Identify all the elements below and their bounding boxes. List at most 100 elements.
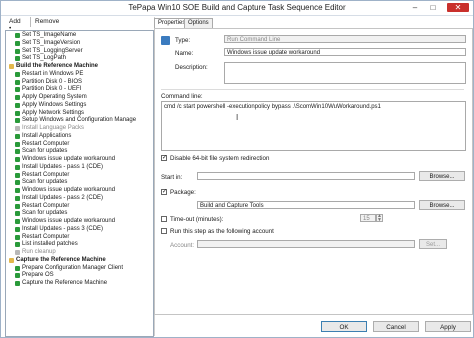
step-icon: [15, 149, 20, 155]
start-in-browse-button[interactable]: Browse...: [419, 171, 465, 181]
step-icon: [15, 180, 20, 186]
task-sequence-tree[interactable]: Set TS_ImageName Set TS_ImageVersion Set T…: [5, 30, 154, 337]
task-sequence-editor-window: TePapa Win10 SOE Build and Capture Task …: [0, 0, 474, 338]
tree-item-label: Set TS_LogPath: [22, 55, 66, 62]
step-icon: [15, 133, 20, 139]
step-icon: [15, 118, 20, 124]
timeout-label: Time-out (minutes):: [170, 216, 224, 223]
start-in-field[interactable]: [197, 172, 415, 180]
set-account-button[interactable]: Set...: [419, 239, 447, 249]
command-line-field[interactable]: cmd /c start powershell -executionpolicy…: [161, 101, 466, 151]
cancel-button[interactable]: Cancel: [373, 321, 419, 332]
package-checkbox[interactable]: ✓: [161, 189, 167, 195]
maximize-icon[interactable]: □: [427, 3, 439, 12]
minimize-icon[interactable]: –: [409, 3, 421, 12]
step-icon: [15, 265, 20, 271]
tree-item-label: Apply Operating System: [22, 94, 87, 100]
package-browse-button[interactable]: Browse...: [419, 200, 465, 210]
run-command-line-icon: [161, 36, 170, 45]
tree-item-label: Build the Reference Machine: [16, 63, 99, 69]
tree-item-label: Install Language Packs: [22, 125, 85, 131]
name-field[interactable]: Windows issue update workaround: [224, 48, 466, 56]
tree-item-label: Set TS_ImageVersion: [22, 39, 81, 46]
step-icon: [15, 40, 20, 46]
properties-panel: Type: Run Command Line Name: Windows iss…: [154, 28, 473, 315]
step-icon: [15, 211, 20, 217]
tree-item-label: Partition Disk 0 - BIOS: [22, 78, 83, 85]
tab-options[interactable]: Options: [184, 18, 213, 28]
description-label: Description:: [175, 64, 208, 71]
command-line-label: Command line:: [161, 93, 203, 100]
step-icon: [15, 95, 20, 100]
tree-item-label: Run cleanup: [22, 249, 56, 255]
step-icon: [15, 203, 20, 209]
tree-item-label: Apply Network Settings: [22, 109, 85, 116]
folder-icon: [9, 64, 14, 69]
disable-redirection-checkbox[interactable]: ✓: [161, 155, 167, 161]
tree-item-label: Capture the Reference Machine: [16, 256, 106, 263]
tree-item-label: Windows issue update workaround: [22, 187, 116, 193]
step-icon: [15, 188, 20, 193]
package-label: Package:: [170, 189, 196, 196]
tree-item-label: Setup Windows and Configuration Manage: [22, 117, 137, 124]
type-field: Run Command Line: [224, 35, 466, 43]
step-icon: [15, 71, 20, 77]
tree-item-label: List installed patches: [22, 241, 78, 248]
step-icon: [15, 219, 20, 224]
step-icon: [15, 87, 20, 93]
step-icon: [15, 79, 20, 85]
account-label: Account:: [170, 242, 195, 249]
step-icon: [15, 102, 20, 108]
step-icon: [15, 226, 20, 232]
description-field[interactable]: [224, 62, 466, 84]
close-icon[interactable]: ✕: [447, 3, 469, 12]
tree-item-label: Set TS_ImageName: [22, 32, 77, 38]
remove-button[interactable]: Remove: [35, 18, 59, 25]
step-icon: [15, 157, 20, 162]
tree-item-label: Capture the Reference Machine: [22, 280, 108, 286]
task-sequence-pane: Add • Remove Set TS_ImageName Set TS_Imag…: [3, 17, 155, 337]
step-icon: [15, 172, 20, 178]
step-icon: [15, 141, 20, 147]
tree-item-label: Set TS_LoggingServer: [22, 47, 83, 54]
tree-item-label: Restart in Windows PE: [22, 70, 84, 77]
ok-button[interactable]: OK: [321, 321, 367, 332]
timeout-field[interactable]: 15: [360, 214, 376, 222]
step-icon: [15, 242, 20, 248]
divider-line: [161, 89, 464, 90]
tree-item-label: Install Updates - pass 2 (CDE): [22, 194, 104, 201]
timeout-spinner[interactable]: ▲ ▼: [376, 214, 383, 222]
step-icon: [15, 281, 20, 286]
tree-item-label: Prepare Configuration Manager Client: [22, 264, 124, 271]
tree-item-label: Install Applications: [22, 132, 72, 139]
step-icon: [15, 126, 20, 131]
tree-item-label: Install Updates - pass 1 (CDE): [22, 163, 104, 170]
tree-item-label: Partition Disk 0 - UEFI: [22, 86, 82, 93]
step-icon: [15, 56, 20, 62]
run-as-account-checkbox[interactable]: [161, 228, 167, 234]
disable-redirection-label: Disable 64-bit file system redirection: [170, 155, 270, 162]
name-label: Name:: [175, 50, 194, 57]
tree-item-label: Scan for updates: [22, 210, 68, 217]
toolbar-divider: [30, 17, 31, 27]
account-field[interactable]: [197, 240, 415, 248]
step-icon: [15, 110, 20, 116]
tree-item-label: Restart Computer: [22, 202, 70, 209]
tree-item-label: Windows issue update workaround: [22, 156, 116, 162]
tree-item-label: Prepare OS: [22, 272, 54, 279]
window-title: TePapa Win10 SOE Build and Capture Task …: [128, 3, 346, 12]
step-icon: [15, 164, 20, 170]
apply-button[interactable]: Apply: [425, 321, 471, 332]
tree-item-label: Apply Windows Settings: [22, 101, 87, 108]
timeout-checkbox[interactable]: [161, 216, 167, 222]
tree-item-label: Windows issue update workaround: [22, 218, 116, 224]
run-as-account-label: Run this step as the following account: [170, 228, 274, 235]
tree-item-label: Restart Computer: [22, 140, 70, 147]
tree-item-label: Restart Computer: [22, 171, 70, 178]
text-cursor-icon: I: [236, 113, 239, 122]
step-icon: [15, 48, 20, 54]
step-icon: [15, 273, 20, 279]
type-label: Type:: [175, 37, 191, 44]
start-in-label: Start in:: [161, 174, 183, 181]
tree-item-label: Install Updates - pass 3 (CDE): [22, 225, 104, 232]
